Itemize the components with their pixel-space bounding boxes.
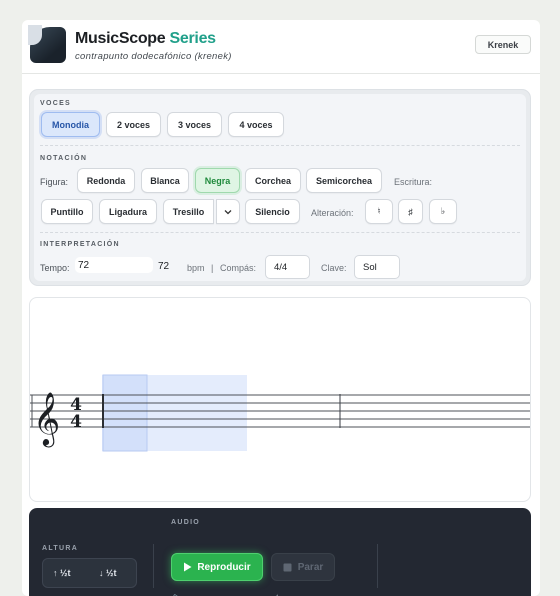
tempo-input[interactable]: 72 xyxy=(75,257,153,273)
user-button[interactable]: Krenek xyxy=(475,35,531,54)
stop-button[interactable]: Parar xyxy=(271,553,335,581)
play-button[interactable]: Reproducir xyxy=(171,553,263,581)
title-accent: Series xyxy=(169,30,217,47)
puntillo-button[interactable]: Puntillo xyxy=(41,199,93,224)
app-title: MusicScope Series xyxy=(75,30,216,48)
play-icon xyxy=(184,562,192,572)
figura-corchea-button[interactable]: Corchea xyxy=(245,168,301,193)
header: MusicScope Series contrapunto dodecafóni… xyxy=(22,20,540,74)
interpretacion-label: INTERPRETACIÓN xyxy=(40,241,120,248)
alteracion-label: Alteración: xyxy=(311,208,354,218)
compas-label: Compás: xyxy=(220,263,257,273)
clave-label: Clave: xyxy=(321,263,347,273)
pitch-group: ↑ ½t ↓ ½t xyxy=(42,558,137,588)
pitch-up-button[interactable]: ↑ ½t xyxy=(53,568,71,578)
controls-inner: VOCES Monodia 2 voces 3 voces 4 voces NO… xyxy=(34,94,526,281)
divider xyxy=(40,232,520,233)
tempo-label: Tempo: xyxy=(40,263,70,273)
natural-button[interactable]: ♮ xyxy=(365,199,393,224)
compas-input[interactable]: 4/4 xyxy=(265,255,310,279)
flat-button[interactable]: ♭ xyxy=(429,199,457,224)
figura-redonda-button[interactable]: Redonda xyxy=(77,168,135,193)
tresillo-button[interactable]: Tresillo xyxy=(163,199,214,224)
controls-panel: VOCES Monodia 2 voces 3 voces 4 voces NO… xyxy=(29,89,531,286)
play-label: Reproducir xyxy=(197,561,251,573)
figura-label: Figura: xyxy=(40,177,69,187)
score-area[interactable]: 𝄞 4 4 xyxy=(29,297,531,502)
title-main: MusicScope xyxy=(75,30,166,47)
sharp-button[interactable]: ♯ xyxy=(398,199,423,224)
app-logo xyxy=(28,25,66,63)
figura-semicorchea-button[interactable]: Semicorchea xyxy=(306,168,382,193)
voces-3-button[interactable]: 3 voces xyxy=(167,112,222,137)
figura-blanca-button[interactable]: Blanca xyxy=(141,168,189,193)
voces-label: VOCES xyxy=(40,100,72,107)
escritura-label: Escritura: xyxy=(394,177,433,187)
divider-bar: | xyxy=(211,263,214,273)
treble-clef-icon: 𝄞 xyxy=(33,391,60,447)
stop-icon xyxy=(283,563,292,571)
clave-select[interactable]: Sol xyxy=(354,255,400,279)
ligadura-button[interactable]: Ligadura xyxy=(99,199,157,224)
player-bar: ALTURA ↑ ½t ↓ ½t AUDIO Reproducir Parar … xyxy=(29,508,531,596)
staff-svg: 𝄞 4 4 xyxy=(30,374,530,452)
time-signature-bottom: 4 xyxy=(70,412,82,432)
notacion-label: NOTACIÓN xyxy=(40,155,88,162)
app-subtitle: contrapunto dodecafónico (krenek) xyxy=(75,51,232,62)
chevron-down-icon xyxy=(224,209,232,214)
stop-label: Parar xyxy=(297,561,324,573)
pitch-down-button[interactable]: ↓ ½t xyxy=(99,568,117,578)
tresillo-dropdown[interactable] xyxy=(216,199,240,224)
audio-label: AUDIO xyxy=(171,519,201,526)
cursor-highlight[interactable] xyxy=(102,374,148,452)
figura-negra-button[interactable]: Negra xyxy=(195,168,240,193)
app-window: MusicScope Series contrapunto dodecafóni… xyxy=(22,20,540,596)
bpm-label: bpm xyxy=(187,263,205,273)
tempo-readout: 72 xyxy=(158,261,170,272)
voces-2-button[interactable]: 2 voces xyxy=(106,112,161,137)
divider xyxy=(40,145,520,146)
voces-4-button[interactable]: 4 voces xyxy=(228,112,284,137)
altura-label: ALTURA xyxy=(42,545,79,552)
divider xyxy=(377,544,378,588)
divider xyxy=(153,544,154,588)
silencio-button[interactable]: Silencio xyxy=(245,199,300,224)
voces-monodia-button[interactable]: Monodia xyxy=(41,112,100,137)
